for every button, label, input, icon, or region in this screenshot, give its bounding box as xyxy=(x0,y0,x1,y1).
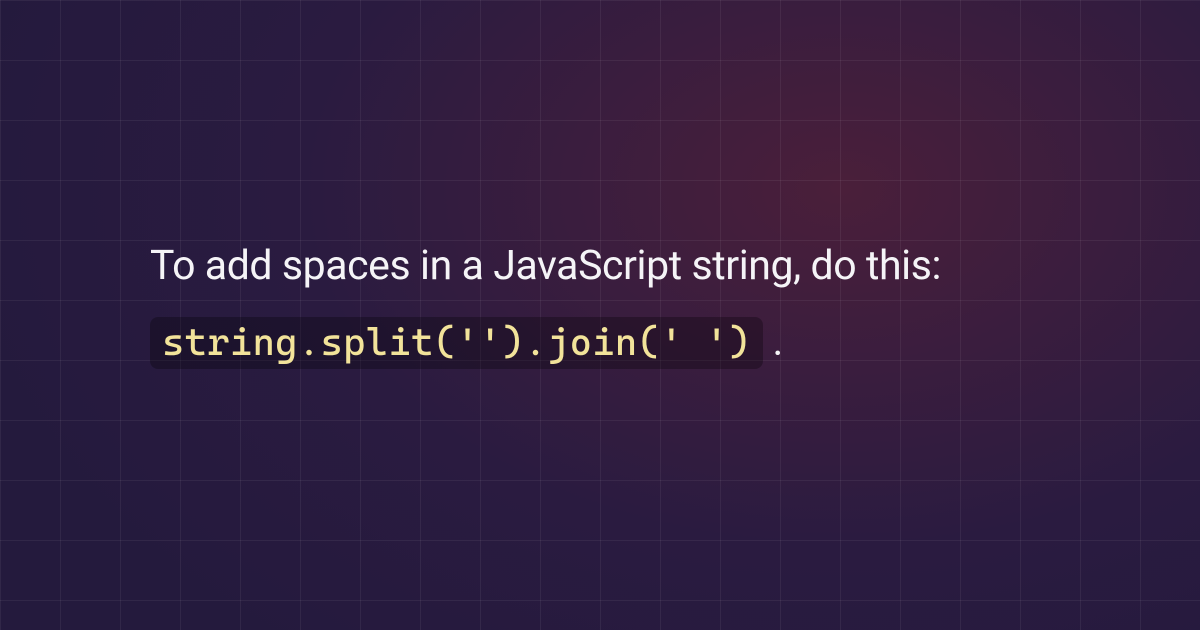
content-block: To add spaces in a JavaScript string, do… xyxy=(140,229,1060,381)
text-after: . xyxy=(763,318,783,366)
hero-card: To add spaces in a JavaScript string, do… xyxy=(0,0,1200,630)
description-text: To add spaces in a JavaScript string, do… xyxy=(150,229,1050,381)
text-before: To add spaces in a JavaScript string, do… xyxy=(150,242,941,290)
code-snippet: string.split('').join(' ') xyxy=(150,317,763,369)
